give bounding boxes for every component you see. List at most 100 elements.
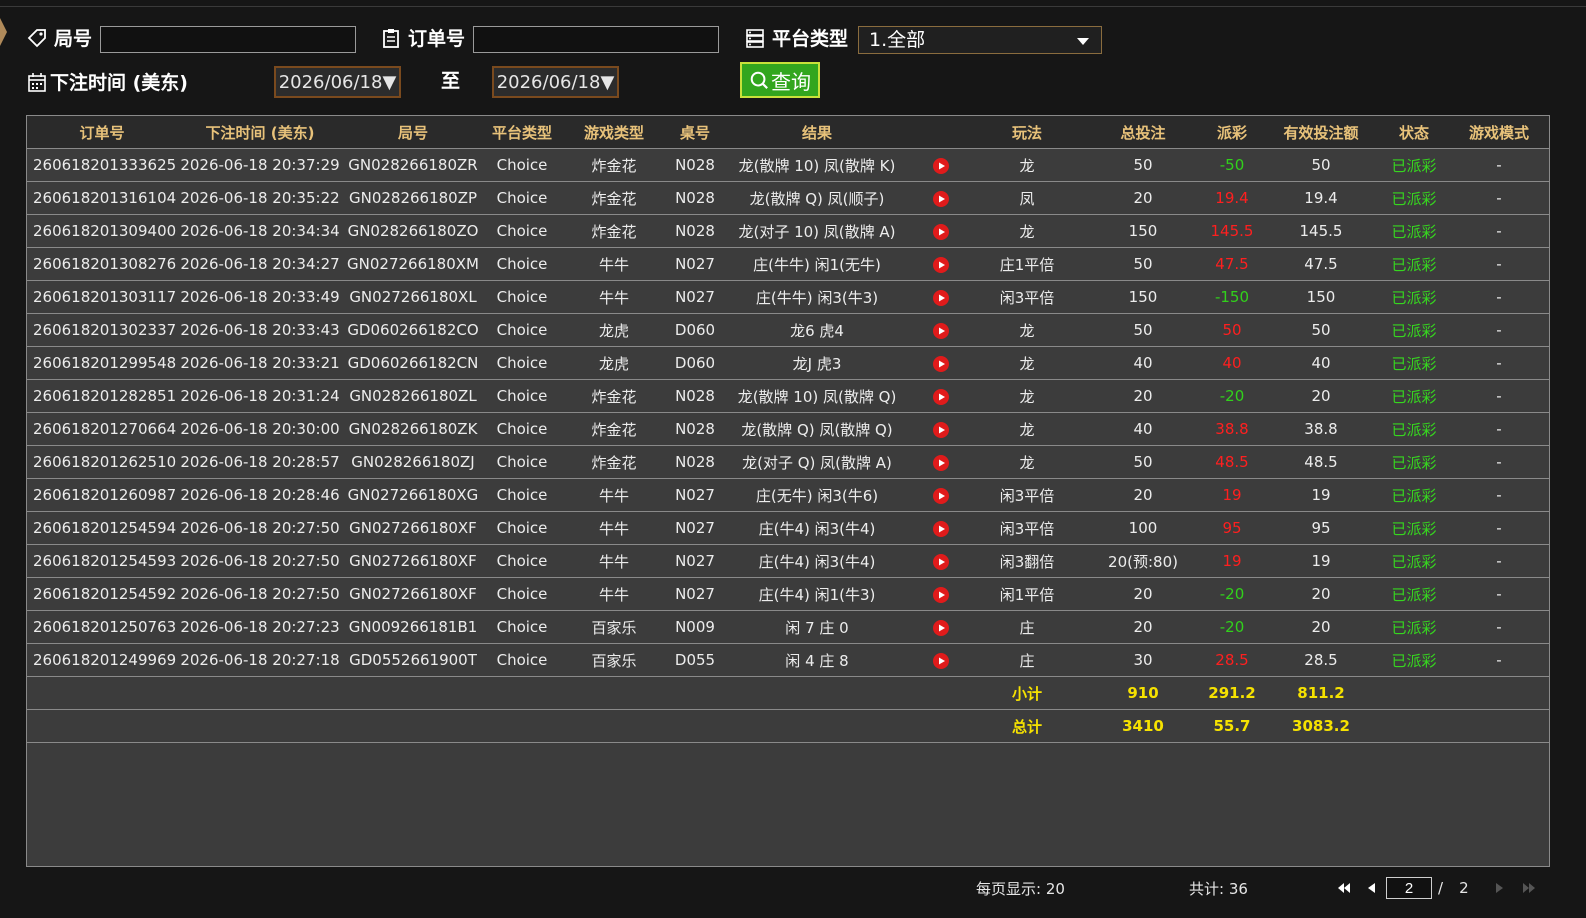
row-bet: 50	[1083, 247, 1203, 281]
header-payout[interactable]: 派彩	[1203, 116, 1261, 149]
row-result: 闲 7 庄 0	[723, 610, 911, 644]
table-row[interactable]: 260618201309400 2026-06-18 20:34:34 GN0282…	[27, 214, 1549, 248]
page-separator: /	[1438, 879, 1444, 897]
header-play[interactable]: 玩法	[971, 116, 1083, 149]
play-video-icon[interactable]	[933, 223, 949, 240]
play-video-icon[interactable]	[933, 520, 949, 537]
play-video-icon[interactable]	[933, 322, 949, 339]
row-play: 龙	[971, 346, 1083, 380]
row-order: 260618201254593	[27, 544, 177, 578]
query-button[interactable]: 查询	[740, 62, 820, 98]
row-replay-cell	[911, 181, 971, 215]
row-time: 2026-06-18 20:33:21	[177, 346, 343, 380]
row-game: 炸金花	[561, 181, 667, 215]
play-video-icon[interactable]	[933, 454, 949, 471]
row-round: GN027266180XF	[343, 511, 483, 545]
prev-page-icon[interactable]	[1364, 880, 1380, 896]
empty-cell	[1381, 676, 1447, 710]
empty-cell	[911, 709, 971, 743]
table-row[interactable]: 260618201254592 2026-06-18 20:27:50 GN0272…	[27, 577, 1549, 611]
header-platform[interactable]: 平台类型	[483, 116, 561, 149]
next-page-icon[interactable]	[1491, 880, 1507, 896]
row-round: GN027266180XM	[343, 247, 483, 281]
round-input[interactable]	[100, 26, 356, 53]
table-row[interactable]: 260618201254593 2026-06-18 20:27:50 GN0272…	[27, 544, 1549, 578]
summary-label: 小计	[971, 676, 1083, 710]
row-game: 炸金花	[561, 214, 667, 248]
table-row[interactable]: 260618201254594 2026-06-18 20:27:50 GN0272…	[27, 511, 1549, 545]
header-game[interactable]: 游戏类型	[561, 116, 667, 149]
row-order: 260618201254594	[27, 511, 177, 545]
header-time[interactable]: 下注时间 (美东)	[177, 116, 343, 149]
table-row[interactable]: 260618201262510 2026-06-18 20:28:57 GN0282…	[27, 445, 1549, 479]
play-video-icon[interactable]	[933, 190, 949, 207]
empty-cell	[483, 676, 561, 710]
order-input[interactable]	[473, 26, 719, 53]
platform-select[interactable]: 1.全部	[858, 26, 1102, 54]
row-replay-cell	[911, 379, 971, 413]
row-round: GN027266180XG	[343, 478, 483, 512]
table-row[interactable]: 260618201282851 2026-06-18 20:31:24 GN0282…	[27, 379, 1549, 413]
header-valid-bet[interactable]: 有效投注额	[1261, 116, 1381, 149]
row-time: 2026-06-18 20:35:22	[177, 181, 343, 215]
row-play: 龙	[971, 214, 1083, 248]
play-video-icon[interactable]	[933, 289, 949, 306]
row-bet: 20	[1083, 610, 1203, 644]
header-order[interactable]: 订单号	[27, 116, 177, 149]
row-result: 庄(牛牛) 闲1(无牛)	[723, 247, 911, 281]
row-platform: Choice	[483, 544, 561, 578]
row-order: 260618201270664	[27, 412, 177, 446]
row-play: 闲3平倍	[971, 511, 1083, 545]
table-row[interactable]: 260618201333625 2026-06-18 20:37:29 GN0282…	[27, 148, 1549, 182]
row-mode: -	[1447, 412, 1549, 446]
page-number-input[interactable]	[1386, 877, 1432, 899]
table-row[interactable]: 260618201250763 2026-06-18 20:27:23 GN0092…	[27, 610, 1549, 644]
date-to-picker[interactable]: 2026/06/18▼	[492, 66, 619, 98]
table-row[interactable]: 260618201249969 2026-06-18 20:27:18 GD0552…	[27, 643, 1549, 677]
row-mode: -	[1447, 577, 1549, 611]
chevron-down-icon	[1077, 38, 1089, 45]
row-valid-bet: 145.5	[1261, 214, 1381, 248]
row-table-no: N028	[667, 214, 723, 248]
table-row[interactable]: 260618201308276 2026-06-18 20:34:27 GN0272…	[27, 247, 1549, 281]
row-play: 庄	[971, 643, 1083, 677]
row-play: 闲1平倍	[971, 577, 1083, 611]
header-result[interactable]: 结果	[723, 116, 911, 149]
table-row[interactable]: 260618201270664 2026-06-18 20:30:00 GN0282…	[27, 412, 1549, 446]
table-row[interactable]: 260618201299548 2026-06-18 20:33:21 GD0602…	[27, 346, 1549, 380]
header-mode[interactable]: 游戏模式	[1447, 116, 1549, 149]
play-video-icon[interactable]	[933, 388, 949, 405]
last-page-icon[interactable]	[1521, 880, 1537, 896]
row-status: 已派彩	[1381, 313, 1447, 347]
header-bet[interactable]: 总投注	[1083, 116, 1203, 149]
header-table[interactable]: 桌号	[667, 116, 723, 149]
table-row[interactable]: 260618201302337 2026-06-18 20:33:43 GD0602…	[27, 313, 1549, 347]
play-video-icon[interactable]	[933, 619, 949, 636]
table-row[interactable]: 260618201316104 2026-06-18 20:35:22 GN0282…	[27, 181, 1549, 215]
row-result: 龙(散牌 Q) 凤(散牌 Q)	[723, 412, 911, 446]
row-payout: -20	[1203, 379, 1261, 413]
row-result: 闲 4 庄 8	[723, 643, 911, 677]
row-game: 炸金花	[561, 445, 667, 479]
header-status[interactable]: 状态	[1381, 116, 1447, 149]
play-video-icon[interactable]	[933, 256, 949, 273]
play-video-icon[interactable]	[933, 421, 949, 438]
first-page-icon[interactable]	[1336, 880, 1352, 896]
date-from-picker[interactable]: 2026/06/18▼	[274, 66, 401, 98]
play-video-icon[interactable]	[933, 157, 949, 174]
table-row[interactable]: 260618201303117 2026-06-18 20:33:49 GN0272…	[27, 280, 1549, 314]
order-filter: 订单号	[380, 24, 465, 51]
row-round: GN027266180XF	[343, 544, 483, 578]
row-play: 龙	[971, 313, 1083, 347]
header-round[interactable]: 局号	[343, 116, 483, 149]
table-row[interactable]: 260618201260987 2026-06-18 20:28:46 GN0272…	[27, 478, 1549, 512]
row-order: 260618201316104	[27, 181, 177, 215]
play-video-icon[interactable]	[933, 553, 949, 570]
play-video-icon[interactable]	[933, 586, 949, 603]
play-video-icon[interactable]	[933, 652, 949, 669]
play-video-icon[interactable]	[933, 355, 949, 372]
row-round: GN028266180ZR	[343, 148, 483, 182]
row-bet: 20	[1083, 379, 1203, 413]
row-time: 2026-06-18 20:34:27	[177, 247, 343, 281]
play-video-icon[interactable]	[933, 487, 949, 504]
